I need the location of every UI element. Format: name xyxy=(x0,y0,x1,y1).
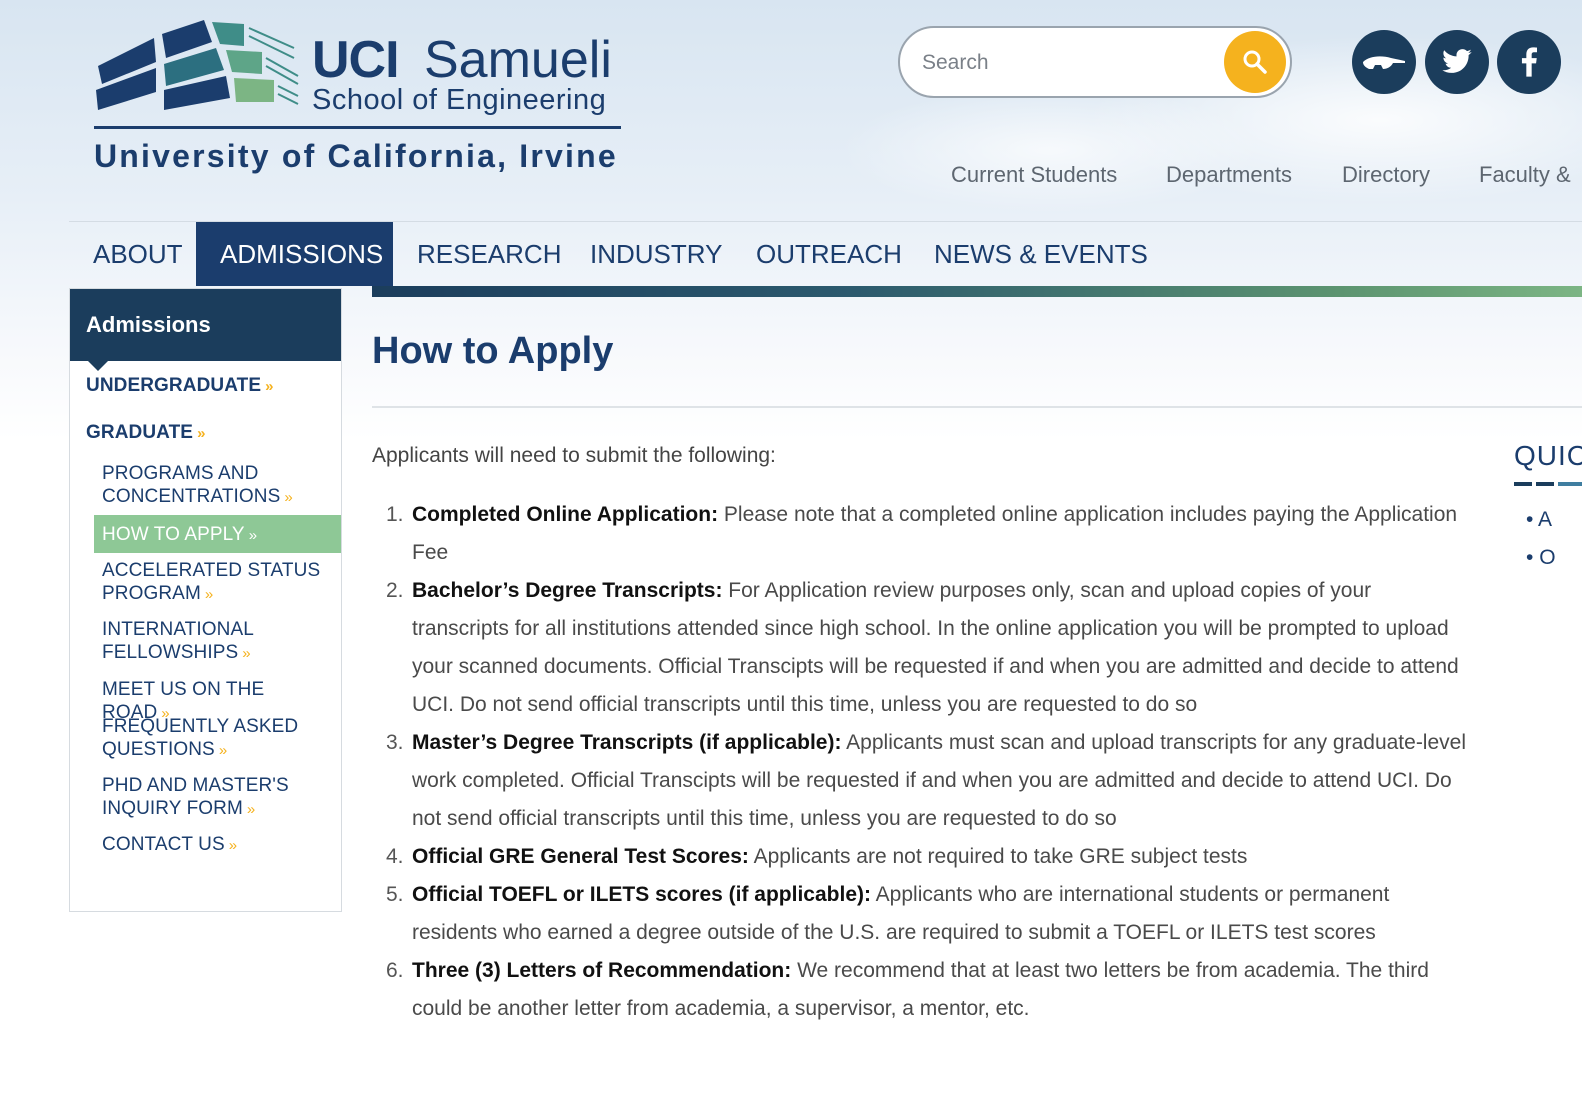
requirement-label: Three (3) Letters of Recommendation: xyxy=(412,959,792,982)
sidebar-item-label: HOW TO APPLY xyxy=(102,524,245,545)
sidebar-item-label: INQUIRY FORM xyxy=(102,798,243,819)
nav-industry[interactable]: INDUSTRY xyxy=(566,222,746,286)
sidebar-heading: Admissions xyxy=(70,289,341,371)
twitter-social-button[interactable] xyxy=(1425,30,1489,94)
title-divider xyxy=(372,406,1582,408)
quick-link-item[interactable]: • A xyxy=(1526,508,1552,532)
logo-divider xyxy=(94,126,621,129)
sidebar-item-label: GRADUATE xyxy=(86,422,194,443)
sidebar-item-label: PROGRAM xyxy=(102,583,201,604)
util-link-directory[interactable]: Directory xyxy=(1342,162,1430,188)
requirement-text: Applicants are not required to take GRE … xyxy=(748,845,1248,868)
quick-links-heading: QUIC xyxy=(1514,440,1582,471)
nav-research[interactable]: RESEARCH xyxy=(393,222,585,286)
sidebar-item-label-wrap: HOW TO APPLY» xyxy=(102,523,257,547)
nav-admissions[interactable]: ADMISSIONS xyxy=(196,222,393,286)
util-link-current-students[interactable]: Current Students xyxy=(951,162,1117,188)
chevron-right-icon: » xyxy=(265,378,274,395)
sidebar-item-inquiry-form[interactable]: PHD AND MASTER'S INQUIRY FORM» xyxy=(102,774,332,821)
chevron-right-icon: » xyxy=(197,425,206,442)
page: UCI Samueli School of Engineering Univer… xyxy=(0,0,1582,1100)
list-number: 3. xyxy=(386,731,404,754)
intro-text: Applicants will need to submit the follo… xyxy=(372,444,776,467)
list-item: 1. Completed Online Application: Please … xyxy=(372,496,1472,572)
site-logo[interactable]: UCI Samueli School of Engineering Univer… xyxy=(94,18,624,178)
sidebar-item-contact-us[interactable]: CONTACT US» xyxy=(102,833,332,857)
search-button[interactable] xyxy=(1224,31,1286,93)
sidebar-item-label: PROGRAMS AND xyxy=(102,463,259,484)
chevron-right-icon: » xyxy=(242,645,251,662)
sidebar-item-label: FREQUENTLY ASKED xyxy=(102,716,299,737)
search-box xyxy=(898,26,1292,98)
sidebar-item-label: PHD AND MASTER'S xyxy=(102,775,289,796)
nav-outreach[interactable]: OUTREACH xyxy=(732,222,926,286)
sidebar-item-label: FELLOWSHIPS xyxy=(102,642,239,663)
sidebar-item-graduate[interactable]: GRADUATE» xyxy=(86,421,206,445)
chevron-right-icon: » xyxy=(246,801,256,818)
sidebar-item-label: ACCELERATED STATUS xyxy=(102,560,321,581)
list-number: 2. xyxy=(386,579,404,602)
requirement-label: Master’s Degree Transcripts (if applicab… xyxy=(412,731,842,754)
search-icon xyxy=(1243,50,1267,74)
logo-samueli-text: Samueli xyxy=(424,31,612,89)
requirement-label: Completed Online Application: xyxy=(412,503,719,526)
list-item: 6. Three (3) Letters of Recommendation: … xyxy=(372,952,1472,1028)
sidebar-item-label: CONTACT US xyxy=(102,834,225,855)
sidebar-item-label: INTERNATIONAL xyxy=(102,619,254,640)
list-number: 6. xyxy=(386,959,404,982)
anteater-icon xyxy=(1363,56,1405,69)
sidebar-item-how-to-apply[interactable]: HOW TO APPLY» xyxy=(94,515,341,553)
requirement-label: Official GRE General Test Scores: xyxy=(412,845,749,868)
chevron-right-icon: » xyxy=(218,742,228,759)
sidebar-item-international[interactable]: INTERNATIONAL FELLOWSHIPS» xyxy=(102,618,332,665)
util-link-departments[interactable]: Departments xyxy=(1166,162,1292,188)
facebook-social-button[interactable] xyxy=(1497,30,1561,94)
sidebar-item-accelerated[interactable]: ACCELERATED STATUS PROGRAM» xyxy=(102,559,332,606)
quick-links-divider xyxy=(1514,482,1582,486)
requirements-list: 1. Completed Online Application: Please … xyxy=(372,496,1472,1028)
nav-news-events[interactable]: NEWS & EVENTS xyxy=(910,222,1172,286)
chevron-right-icon: » xyxy=(248,527,258,544)
sidebar-item-label: QUESTIONS xyxy=(102,739,215,760)
content-accent-bar xyxy=(372,286,1582,297)
list-item: 4. Official GRE General Test Scores: App… xyxy=(372,838,1472,876)
sidebar: Admissions UNDERGRADUATE» GRADUATE» PROG… xyxy=(69,288,342,912)
sidebar-item-undergraduate[interactable]: UNDERGRADUATE» xyxy=(86,374,274,398)
quick-link-item[interactable]: • O xyxy=(1526,546,1556,570)
page-title: How to Apply xyxy=(372,330,614,372)
list-item: 2. Bachelor’s Degree Transcripts: For Ap… xyxy=(372,572,1472,724)
logo-university-text: University of California, Irvine xyxy=(94,138,618,174)
quick-link-label: O xyxy=(1539,546,1556,569)
sidebar-item-label: UNDERGRADUATE xyxy=(86,375,262,396)
logo-fan-icon xyxy=(96,20,299,110)
logo-uci-text: UCI xyxy=(312,31,400,89)
sidebar-item-programs[interactable]: PROGRAMS AND CONCENTRATIONS» xyxy=(102,462,332,509)
requirement-label: Official TOEFL or ILETS scores (if appli… xyxy=(412,883,871,906)
chevron-right-icon: » xyxy=(228,837,238,854)
search-input[interactable] xyxy=(922,46,1212,80)
chevron-right-icon: » xyxy=(204,586,214,603)
anteater-social-button[interactable] xyxy=(1352,30,1416,94)
chevron-right-icon: » xyxy=(284,489,293,506)
nav-about[interactable]: ABOUT xyxy=(69,222,207,286)
util-link-faculty[interactable]: Faculty & xyxy=(1479,162,1571,188)
sidebar-item-faq[interactable]: FREQUENTLY ASKED QUESTIONS» xyxy=(102,715,332,762)
quick-link-label: A xyxy=(1538,508,1553,531)
sidebar-item-label: CONCENTRATIONS xyxy=(102,486,281,507)
list-number: 4. xyxy=(386,845,404,868)
list-number: 1. xyxy=(386,503,404,526)
facebook-icon xyxy=(1521,47,1537,77)
list-item: 3. Master’s Degree Transcripts (if appli… xyxy=(372,724,1472,838)
logo-school-text: School of Engineering xyxy=(312,84,607,116)
list-number: 5. xyxy=(386,883,404,906)
twitter-icon xyxy=(1442,49,1472,73)
requirement-label: Bachelor’s Degree Transcripts: xyxy=(412,579,723,602)
list-item: 5. Official TOEFL or ILETS scores (if ap… xyxy=(372,876,1472,952)
